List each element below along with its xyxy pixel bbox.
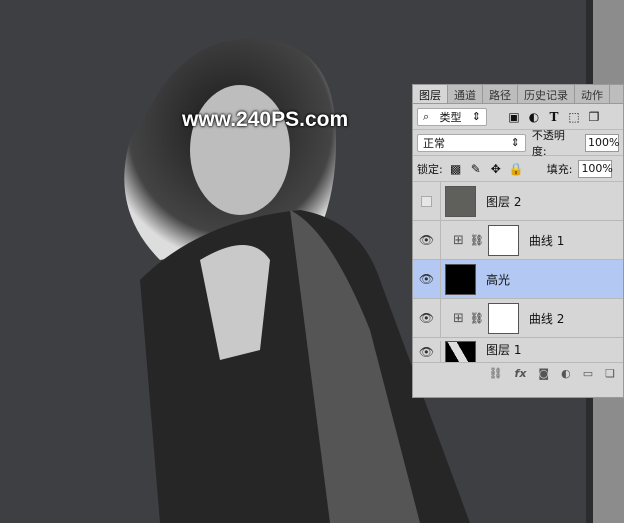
opacity-input[interactable]: 100% [585, 133, 619, 152]
layer-mask-thumbnail [487, 224, 519, 256]
layer-row[interactable]: 图层 2 [413, 182, 623, 221]
layer-mask-thumbnail [487, 302, 519, 334]
filter-kind-value: 类型 [439, 110, 462, 124]
lock-label: 锁定: [417, 162, 443, 176]
updown-icon: ⇕ [471, 110, 481, 123]
folder-icon[interactable]: ▭ [583, 367, 593, 381]
opacity-label: 不透明度: [531, 128, 565, 158]
image-filter-icon[interactable]: ▣ [507, 110, 521, 124]
search-icon: ⌕ [423, 109, 430, 123]
curves-icon: ⊞ [453, 310, 464, 326]
layers-panel: 图层 通道 路径 历史记录 动作 ⌕ 类型 ⇕ ▣ ◐ T ⬚ ❐ 正常 ⇕ 不透明度… [412, 84, 624, 398]
fill-input[interactable]: 100% [578, 159, 613, 178]
adjustment-filter-icon[interactable]: ◐ [527, 110, 541, 124]
updown-icon: ⇕ [510, 136, 520, 149]
link-layers-icon[interactable]: ⛓ [489, 367, 503, 381]
tab-actions[interactable]: 动作 [575, 85, 610, 103]
eye-icon[interactable]: 👁 [413, 221, 441, 259]
layer-row-selected[interactable]: 👁 高光 [413, 260, 623, 299]
eye-icon[interactable]: 👁 [413, 341, 441, 362]
layer-name: 高光 [486, 272, 511, 287]
blend-mode-value: 正常 [423, 136, 445, 150]
fill-label: 填充: [546, 162, 573, 176]
layer-name: 曲线 2 [528, 311, 565, 326]
layer-row[interactable]: 👁 图层 1 [413, 338, 623, 363]
link-icon: ⛓ [469, 233, 484, 247]
eye-icon[interactable]: 👁 [413, 260, 441, 298]
visibility-toggle[interactable] [413, 182, 441, 220]
layer-name: 图层 1 [486, 343, 522, 357]
blend-row: 正常 ⇕ 不透明度: 100% [413, 128, 623, 158]
lock-paint-icon[interactable]: ✎ [469, 162, 483, 176]
lock-row: 锁定: ▩ ✎ ✥ 🔒 填充: 100% [413, 156, 623, 182]
lock-move-icon[interactable]: ✥ [489, 162, 503, 176]
layer-thumbnail [445, 341, 476, 362]
layer-row[interactable]: 👁 ⊞ ⛓ 曲线 1 [413, 221, 623, 260]
fx-icon[interactable]: fx [515, 367, 527, 381]
new-layer-icon[interactable]: ❏ [605, 367, 615, 381]
panel-tabs: 图层 通道 路径 历史记录 动作 [413, 85, 623, 104]
eye-icon[interactable]: 👁 [413, 299, 441, 337]
filter-row: ⌕ 类型 ⇕ ▣ ◐ T ⬚ ❐ [413, 104, 623, 130]
watermark-text: www.240PS.com [182, 108, 349, 131]
tab-paths[interactable]: 路径 [483, 85, 518, 103]
filter-kind-select[interactable]: ⌕ 类型 ⇕ [417, 107, 487, 126]
visibility-off-box [421, 195, 432, 207]
tab-layers[interactable]: 图层 [413, 85, 448, 103]
blend-mode-select[interactable]: 正常 ⇕ [417, 133, 526, 152]
add-mask-icon[interactable]: ◙ [538, 367, 549, 381]
panel-footer: ⛓ fx ◙ ◐ ▭ ❏ [413, 363, 623, 385]
lock-transparency-icon[interactable]: ▩ [449, 162, 463, 176]
tab-channels[interactable]: 通道 [448, 85, 483, 103]
layer-name: 图层 2 [486, 194, 522, 209]
layer-name: 曲线 1 [528, 233, 565, 248]
smart-object-filter-icon[interactable]: ❐ [587, 110, 601, 124]
curves-icon: ⊞ [453, 232, 464, 248]
tab-history[interactable]: 历史记录 [518, 85, 575, 103]
type-filter-icon[interactable]: T [547, 110, 561, 124]
layer-thumbnail [445, 263, 476, 295]
shape-filter-icon[interactable]: ⬚ [567, 110, 581, 124]
link-icon: ⛓ [469, 311, 484, 325]
layer-thumbnail [445, 185, 476, 217]
layer-row[interactable]: 👁 ⊞ ⛓ 曲线 2 [413, 299, 623, 338]
lock-all-icon[interactable]: 🔒 [509, 162, 524, 176]
layers-list: 图层 2 👁 ⊞ ⛓ 曲线 1 👁 高光 👁 ⊞ ⛓ 曲线 2 👁 图层 1 [413, 182, 623, 363]
adjustment-layer-icon[interactable]: ◐ [561, 367, 571, 381]
